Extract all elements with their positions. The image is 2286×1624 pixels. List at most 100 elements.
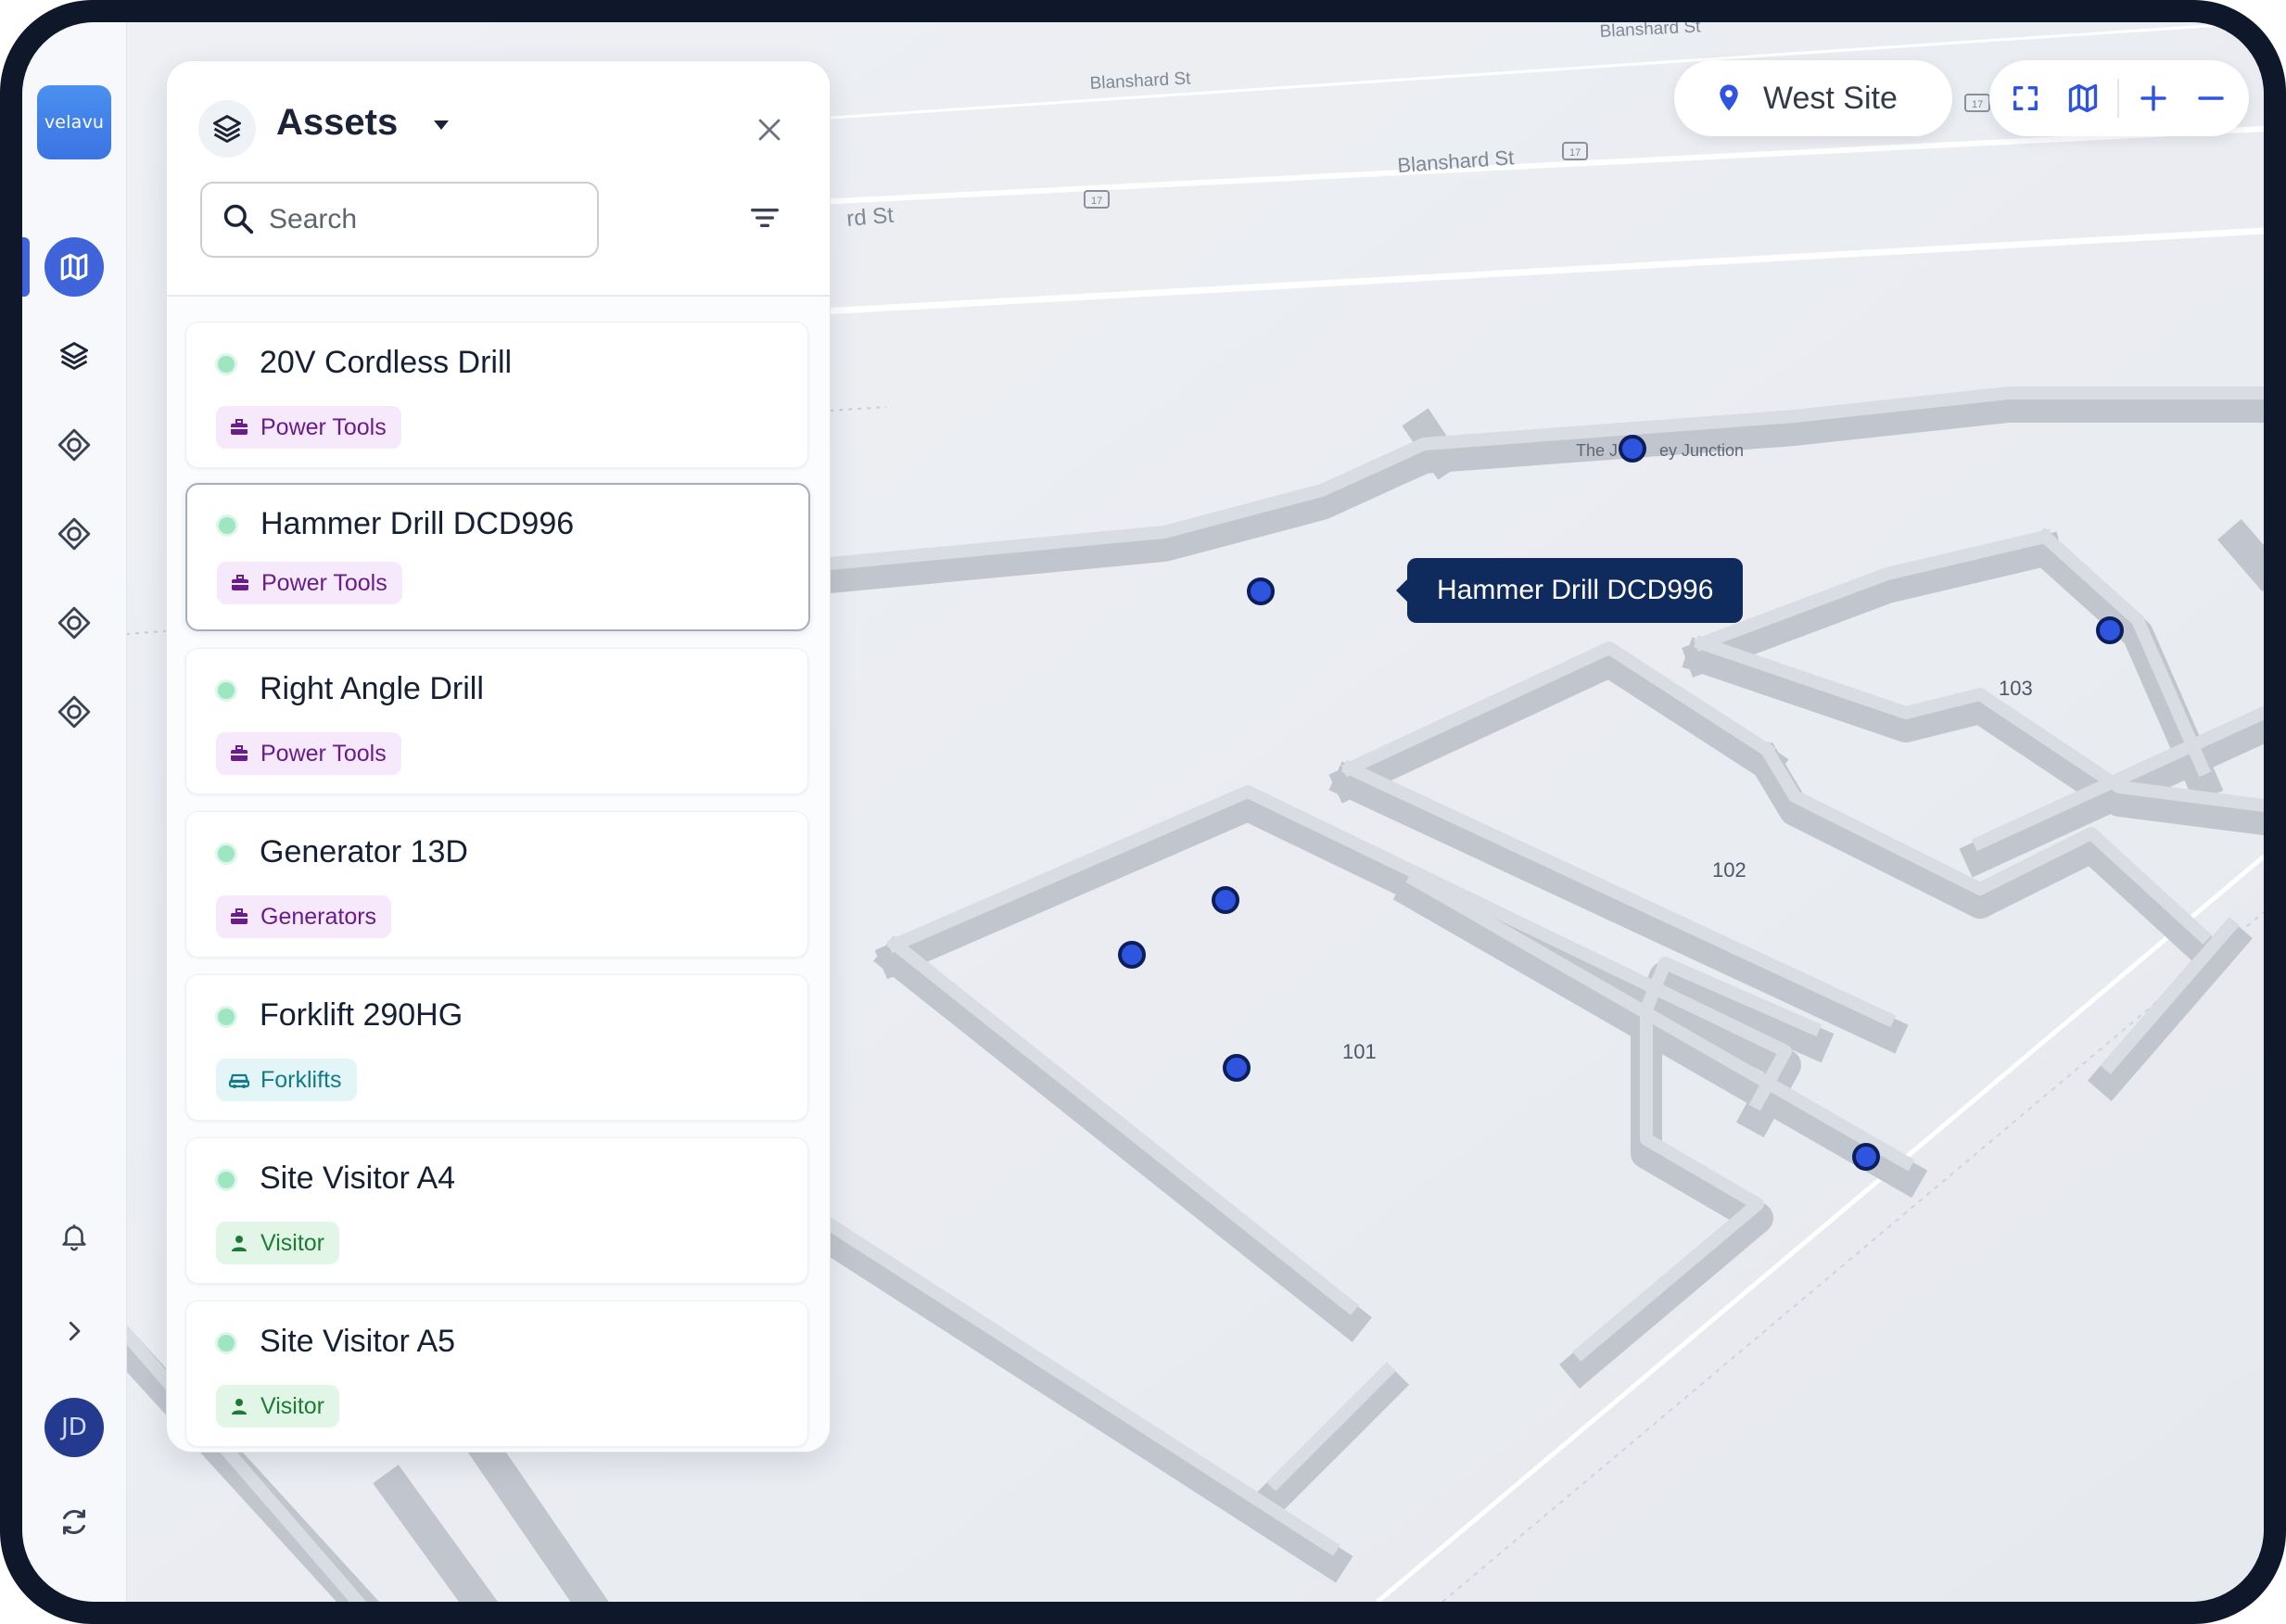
map-style-button[interactable] [2062, 77, 2104, 120]
poi-label: The J ey Junction [1576, 441, 1744, 460]
sidebar-rail: velavu JD [22, 22, 127, 1602]
bell-icon [62, 1224, 86, 1251]
room-label: 102 [1712, 858, 1746, 882]
vehicle-icon [227, 1068, 251, 1092]
svg-text:17: 17 [1972, 99, 1983, 110]
expand-sidebar-button[interactable] [44, 1301, 104, 1361]
asset-name: Right Angle Drill [260, 671, 484, 706]
map-icon [60, 253, 88, 281]
status-online-dot [218, 1335, 235, 1351]
status-online-dot [219, 517, 235, 534]
divider [2117, 79, 2119, 118]
layers-icon [60, 342, 88, 370]
filter-button[interactable] [743, 197, 786, 239]
tablet-frame: Blanshard St Blanshard St Blanshard St r… [0, 0, 2286, 1624]
asset-marker[interactable] [2096, 616, 2124, 644]
asset-card[interactable]: 20V Cordless Drill Power Tools [185, 322, 808, 468]
status-online-dot [218, 356, 235, 373]
asset-name: Hammer Drill DCD996 [260, 506, 575, 541]
plus-icon [2140, 85, 2166, 111]
status-online-dot [218, 682, 235, 699]
geofence-icon [57, 695, 91, 729]
category-label: Power Tools [260, 740, 387, 767]
category-tag: Power Tools [216, 732, 401, 775]
person-icon [227, 1394, 251, 1418]
asset-marker[interactable] [1118, 941, 1146, 969]
avatar[interactable]: JD [44, 1398, 104, 1457]
toolbox-icon [227, 415, 251, 439]
sync-icon [63, 1509, 85, 1535]
app-screen: Blanshard St Blanshard St Blanshard St r… [22, 22, 2264, 1602]
svg-text:17: 17 [1569, 147, 1581, 159]
assets-panel-header: Assets [167, 61, 830, 297]
search-field[interactable] [200, 182, 599, 258]
chevron-right-icon [69, 1321, 81, 1341]
toolbox-icon [227, 905, 251, 929]
nav-geofence-2[interactable] [44, 504, 104, 564]
asset-card[interactable]: Site Visitor A5 Visitor [185, 1300, 808, 1447]
nav-geofence-1[interactable] [44, 415, 104, 475]
toolbox-icon [227, 742, 251, 766]
asset-marker-selected[interactable] [1247, 577, 1275, 605]
assets-panel: Assets 20V Cord [166, 60, 831, 1453]
site-selector[interactable]: West Site [1674, 60, 1952, 136]
category-tag: Generators [216, 895, 392, 938]
filter-icon [751, 209, 779, 227]
zoom-out-button[interactable] [2190, 77, 2232, 120]
map-icon [2068, 83, 2098, 113]
caret-down-icon[interactable] [434, 121, 449, 130]
fullscreen-button[interactable] [2004, 77, 2047, 120]
site-name: West Site [1763, 81, 1898, 116]
map-controls [1989, 60, 2249, 136]
asset-name: Site Visitor A4 [260, 1161, 456, 1196]
status-online-dot [218, 1172, 235, 1188]
asset-card[interactable]: Right Angle Drill Power Tools [185, 648, 808, 794]
category-label: Power Tools [260, 413, 387, 440]
category-label: Forklifts [260, 1066, 342, 1093]
velavu-logo[interactable]: velavu [37, 85, 111, 159]
asset-name: Site Visitor A5 [260, 1324, 456, 1359]
category-label: Visitor [260, 1229, 325, 1256]
minus-icon [2198, 96, 2224, 100]
status-online-dot [218, 1009, 235, 1025]
room-label: 101 [1342, 1040, 1377, 1063]
category-label: Visitor [260, 1392, 325, 1419]
nav-geofence-3[interactable] [44, 593, 104, 653]
asset-card[interactable]: Site Visitor A4 Visitor [185, 1137, 808, 1284]
search-icon [223, 204, 254, 235]
category-tag: Forklifts [216, 1059, 357, 1101]
geofence-icon [57, 517, 91, 551]
close-panel-button[interactable] [749, 109, 790, 150]
geofence-icon [57, 606, 91, 640]
panel-title-dropdown[interactable]: Assets [276, 102, 398, 144]
room-label: 103 [1999, 677, 2033, 700]
geofence-icon [57, 428, 91, 462]
fullscreen-icon [2013, 85, 2038, 111]
street-label: rd St [845, 203, 895, 232]
zoom-in-button[interactable] [2132, 77, 2175, 120]
layers-icon [213, 115, 241, 143]
category-label: Power Tools [261, 569, 387, 596]
location-pin-icon [1720, 84, 1738, 111]
sync-button[interactable] [44, 1492, 104, 1552]
asset-marker[interactable] [1223, 1054, 1251, 1082]
asset-marker[interactable] [1212, 886, 1239, 914]
asset-marker[interactable] [1619, 435, 1646, 463]
asset-card[interactable]: Generator 13D Generators [185, 811, 808, 958]
asset-card[interactable]: Forklift 290HG Forklifts [185, 974, 808, 1121]
nav-assets[interactable] [44, 326, 104, 386]
svg-text:The J: The J [1576, 441, 1618, 460]
asset-card-selected[interactable]: Hammer Drill DCD996 Power Tools [185, 483, 810, 631]
asset-marker[interactable] [1852, 1143, 1880, 1171]
asset-name: Generator 13D [260, 834, 468, 869]
search-input[interactable] [267, 197, 586, 243]
person-icon [227, 1231, 251, 1255]
nav-geofence-4[interactable] [44, 682, 104, 742]
panel-layers-icon-wrap [198, 100, 256, 158]
category-tag: Visitor [216, 1222, 340, 1264]
asset-name: Forklift 290HG [260, 997, 464, 1033]
svg-text:ey Junction: ey Junction [1659, 441, 1744, 460]
nav-map[interactable] [44, 237, 104, 297]
category-label: Generators [260, 903, 377, 930]
notifications-button[interactable] [44, 1207, 104, 1266]
